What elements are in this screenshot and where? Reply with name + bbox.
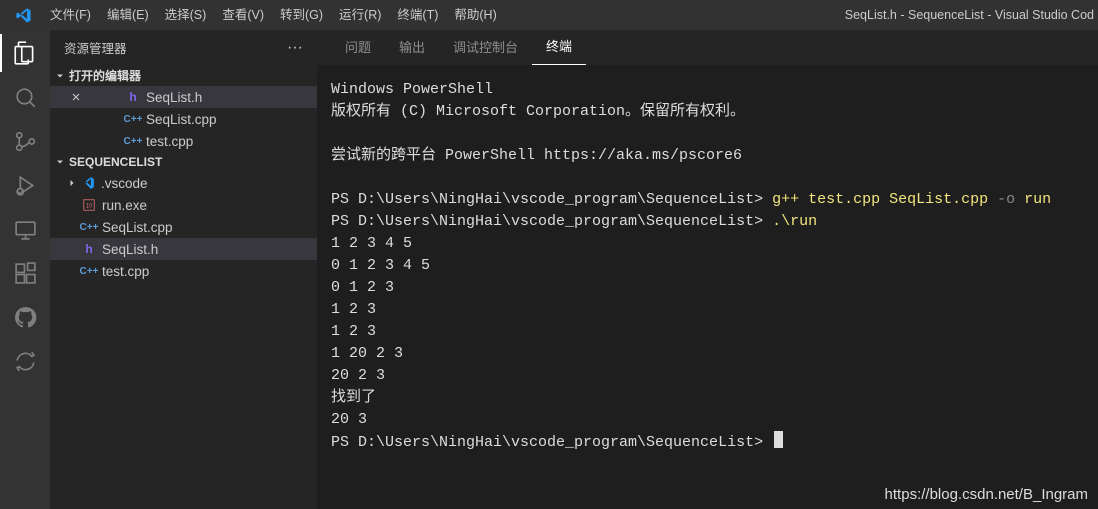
header-file-icon: h	[80, 242, 98, 256]
search-icon[interactable]	[12, 84, 38, 110]
open-editor-item[interactable]: C++ test.cpp	[50, 130, 317, 152]
file-label: SeqList.h	[102, 242, 158, 257]
menu-item[interactable]: 查看(V)	[214, 0, 272, 30]
chevron-down-icon	[54, 156, 66, 168]
window-title: SeqList.h - SequenceList - Visual Studio…	[845, 8, 1094, 22]
sync-icon[interactable]	[12, 348, 38, 374]
vscode-folder-icon	[79, 176, 97, 190]
menubar: 文件(F)编辑(E)选择(S)查看(V)转到(G)运行(R)终端(T)帮助(H)…	[0, 0, 1098, 30]
open-editors-list: h SeqList.h C++ SeqList.cpp C++ test.cpp	[50, 86, 317, 152]
panel-tab[interactable]: 问题	[331, 30, 385, 65]
menu-item[interactable]: 终端(T)	[389, 0, 446, 30]
panel-tab[interactable]: 调试控制台	[439, 30, 532, 65]
close-icon[interactable]	[70, 91, 86, 103]
file-item[interactable]: C++ SeqList.cpp	[50, 216, 317, 238]
file-label: SeqList.h	[146, 90, 202, 105]
workspace-section: SEQUENCELIST .vscode 10 run.exe C++ SeqList.…	[50, 152, 317, 282]
github-icon[interactable]	[12, 304, 38, 330]
remote-icon[interactable]	[12, 216, 38, 242]
folder-label: .vscode	[101, 176, 148, 191]
menu-item[interactable]: 转到(G)	[272, 0, 331, 30]
folder-item[interactable]: .vscode	[50, 172, 317, 194]
open-editors-section[interactable]: 打开的编辑器	[50, 65, 317, 86]
svg-text:10: 10	[86, 203, 93, 210]
binary-file-icon: 10	[80, 198, 98, 212]
terminal-output[interactable]: Windows PowerShell 版权所有 (C) Microsoft Co…	[317, 65, 1098, 509]
menu-item[interactable]: 帮助(H)	[446, 0, 504, 30]
workspace-tree: .vscode 10 run.exe C++ SeqList.cpp h SeqList.h…	[50, 172, 317, 282]
cpp-file-icon: C++	[124, 114, 142, 125]
file-label: test.cpp	[146, 134, 193, 149]
explorer-sidebar: 资源管理器 ··· 打开的编辑器 h SeqList.h C++ SeqList.cp…	[50, 30, 317, 509]
watermark-text: https://blog.csdn.net/B_Ingram	[885, 486, 1088, 503]
open-editor-item[interactable]: h SeqList.h	[50, 86, 317, 108]
menu-item[interactable]: 文件(F)	[42, 0, 99, 30]
main-area: 问题输出调试控制台终端 Windows PowerShell 版权所有 (C) …	[317, 30, 1098, 509]
panel-tab[interactable]: 输出	[385, 30, 439, 65]
menu-items: 文件(F)编辑(E)选择(S)查看(V)转到(G)运行(R)终端(T)帮助(H)	[42, 0, 505, 30]
menu-item[interactable]: 运行(R)	[331, 0, 389, 30]
file-item[interactable]: h SeqList.h	[50, 238, 317, 260]
source-control-icon[interactable]	[12, 128, 38, 154]
panel-tabs: 问题输出调试控制台终端	[317, 30, 1098, 65]
activity-bar	[0, 30, 50, 509]
menu-item[interactable]: 选择(S)	[157, 0, 215, 30]
workspace-label: SEQUENCELIST	[69, 155, 162, 169]
file-label: test.cpp	[102, 264, 149, 279]
terminal-cursor	[774, 431, 783, 448]
panel-tab[interactable]: 终端	[532, 29, 586, 65]
workspace-shell: 资源管理器 ··· 打开的编辑器 h SeqList.h C++ SeqList.cp…	[0, 30, 1098, 509]
explorer-icon[interactable]	[12, 40, 38, 66]
cpp-file-icon: C++	[124, 136, 142, 147]
chevron-right-icon	[66, 177, 78, 189]
menu-item[interactable]: 编辑(E)	[99, 0, 157, 30]
file-item[interactable]: C++ test.cpp	[50, 260, 317, 282]
header-file-icon: h	[124, 90, 142, 104]
workspace-header[interactable]: SEQUENCELIST	[50, 152, 317, 172]
extensions-icon[interactable]	[12, 260, 38, 286]
vscode-logo-icon	[15, 7, 32, 24]
run-debug-icon[interactable]	[12, 172, 38, 198]
open-editor-item[interactable]: C++ SeqList.cpp	[50, 108, 317, 130]
file-label: SeqList.cpp	[102, 220, 173, 235]
file-label: SeqList.cpp	[146, 112, 217, 127]
more-actions-icon[interactable]: ···	[287, 39, 303, 57]
cpp-file-icon: C++	[80, 222, 98, 233]
open-editors-label: 打开的编辑器	[69, 67, 141, 84]
chevron-down-icon	[54, 70, 66, 82]
file-item[interactable]: 10 run.exe	[50, 194, 317, 216]
explorer-title: 资源管理器	[64, 38, 127, 57]
cpp-file-icon: C++	[80, 266, 98, 277]
file-label: run.exe	[102, 198, 147, 213]
explorer-header: 资源管理器 ···	[50, 30, 317, 65]
